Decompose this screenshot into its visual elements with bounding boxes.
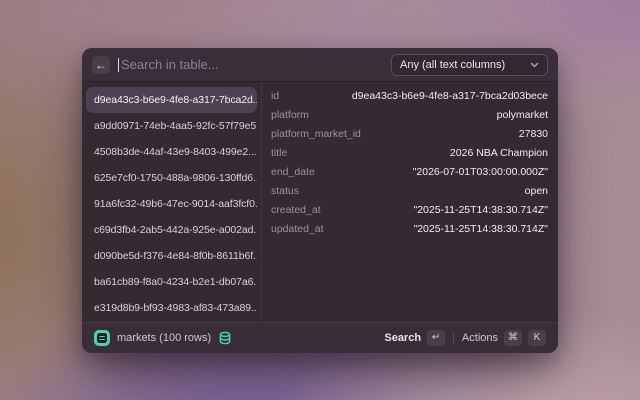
return-key-icon: ↵ <box>427 330 445 346</box>
field-row: end_date "2026-07-01T03:00:00.000Z" <box>271 162 548 181</box>
search-hint-label: Search <box>384 332 421 344</box>
back-arrow-icon: ← <box>95 58 107 72</box>
list-item[interactable]: c69d3fb4-2ab5-442a-925e-a002ad... <box>86 217 257 243</box>
list-item[interactable]: ba61cb89-f8a0-4234-b2e1-db07a6... <box>86 269 257 295</box>
field-row: updated_at "2025-11-25T14:38:30.714Z" <box>271 219 548 238</box>
record-preview: id d9ea43c3-b6e9-4fe8-a317-7bca2d03bece … <box>262 82 558 322</box>
search-input[interactable] <box>121 57 383 72</box>
results-list: d9ea43c3-b6e9-4fe8-a317-7bca2d... a9dd09… <box>82 82 262 322</box>
field-value: "2026-07-01T03:00:00.000Z" <box>413 166 548 178</box>
list-item[interactable]: a9dd0971-74eb-4aa5-92fc-57f79e5... <box>86 113 257 139</box>
list-item[interactable]: e319d8b9-bf93-4983-af83-473a89... <box>86 295 257 321</box>
status-bar: markets (100 rows) Search ↵ | Actions ⌘ … <box>82 322 558 353</box>
list-item[interactable]: 91a6fc32-49b6-47ec-9014-aaf3fcf0... <box>86 191 257 217</box>
field-row: title 2026 NBA Champion <box>271 143 548 162</box>
k-key-icon: K <box>528 330 546 346</box>
field-row: status open <box>271 181 548 200</box>
search-field-wrap <box>118 57 383 72</box>
column-filter-dropdown[interactable]: Any (all text columns) <box>391 54 548 76</box>
chevron-down-icon <box>530 62 539 68</box>
field-value: "2025-11-25T14:38:30.714Z" <box>413 223 548 235</box>
field-value: open <box>525 185 548 197</box>
search-toolbar: ← Any (all text columns) <box>82 48 558 82</box>
field-value: polymarket <box>497 109 548 121</box>
field-value: d9ea43c3-b6e9-4fe8-a317-7bca2d03bece <box>352 90 548 102</box>
field-key: status <box>271 185 299 197</box>
table-search-dialog: ← Any (all text columns) d9ea43c3-b6e9-4… <box>82 48 558 353</box>
list-item[interactable]: d9ea43c3-b6e9-4fe8-a317-7bca2d... <box>86 87 257 113</box>
table-logo-icon <box>94 330 110 346</box>
dialog-body: d9ea43c3-b6e9-4fe8-a317-7bca2d... a9dd09… <box>82 82 558 322</box>
field-row: platform_market_id 27830 <box>271 124 548 143</box>
field-row: created_at "2025-11-25T14:38:30.714Z" <box>271 200 548 219</box>
field-value: 27830 <box>519 128 548 140</box>
list-item[interactable]: d090be5d-f376-4e84-8f0b-8611b6f... <box>86 243 257 269</box>
footer-separator: | <box>452 332 455 344</box>
list-item[interactable]: 625e7cf0-1750-488a-9806-130ffd6... <box>86 165 257 191</box>
field-key: updated_at <box>271 223 324 235</box>
field-value: 2026 NBA Champion <box>450 147 548 159</box>
field-value: "2025-11-25T14:38:30.714Z" <box>413 204 548 216</box>
field-key: platform <box>271 109 309 121</box>
text-caret <box>118 58 119 72</box>
table-name-label: markets (100 rows) <box>117 332 211 344</box>
field-row: id d9ea43c3-b6e9-4fe8-a317-7bca2d03bece <box>271 86 548 105</box>
field-key: created_at <box>271 204 321 216</box>
field-key: end_date <box>271 166 315 178</box>
back-button[interactable]: ← <box>92 56 110 74</box>
field-key: title <box>271 147 287 159</box>
list-item[interactable]: 4508b3de-44af-43e9-8403-499e2... <box>86 139 257 165</box>
field-row: platform polymarket <box>271 105 548 124</box>
column-filter-value: Any (all text columns) <box>400 59 505 71</box>
search-shortcut-button[interactable]: Search ↵ <box>384 330 445 346</box>
field-key: platform_market_id <box>271 128 361 140</box>
actions-hint-label: Actions <box>462 332 498 344</box>
actions-shortcut-button[interactable]: Actions ⌘ K <box>462 330 546 346</box>
command-key-icon: ⌘ <box>504 330 522 346</box>
database-icon[interactable] <box>218 331 232 345</box>
field-key: id <box>271 90 279 102</box>
